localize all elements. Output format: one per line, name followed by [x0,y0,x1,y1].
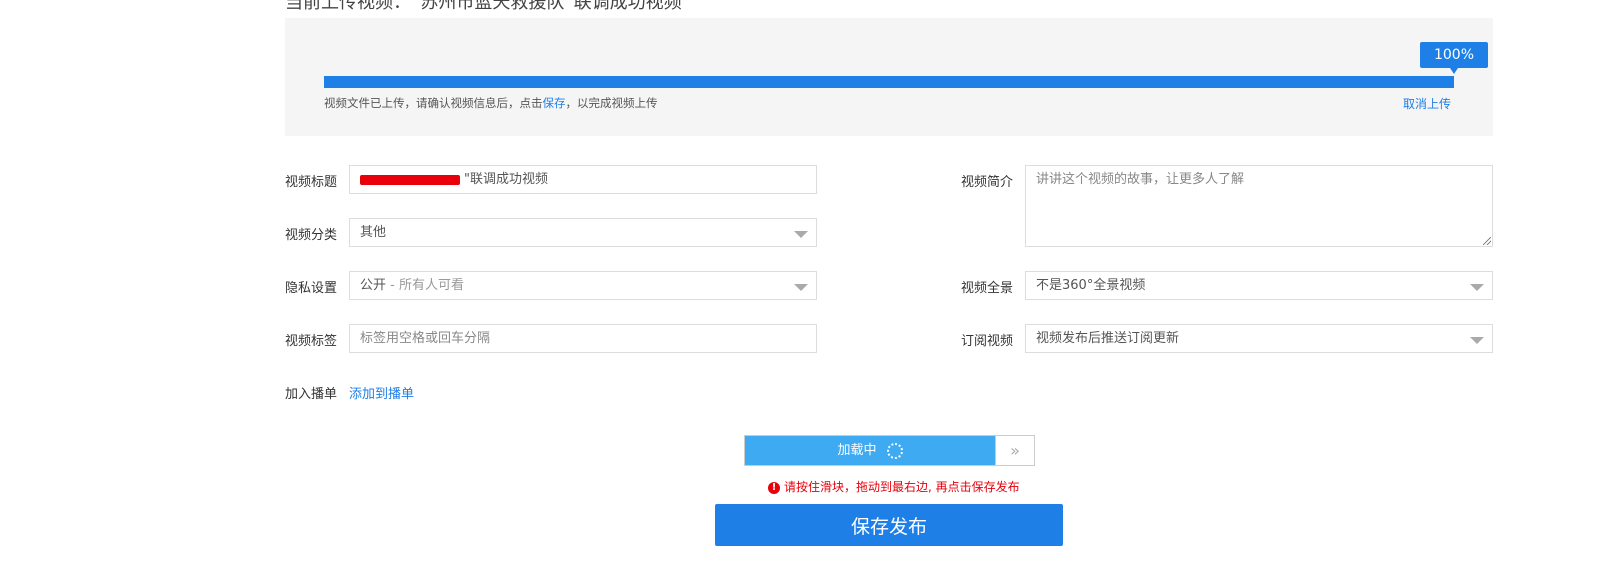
privacy-hint: - 所有人可看 [386,278,464,293]
captcha-slider-track: 加载中 [745,436,995,465]
privacy-label: 隐私设置 [285,281,338,296]
video-description-textarea[interactable]: 讲讲这个视频的故事，让更多人了解 [1025,165,1493,247]
chevron-down-icon [1470,337,1484,344]
current-upload-heading: 当前上传视频：“苏州市蓝天救援队”联调成功视频 [285,0,682,13]
subscribe-select[interactable]: 视频发布后推送订阅更新 [1025,324,1493,353]
privacy-select[interactable]: 公开 - 所有人可看 [349,271,817,300]
add-to-playlist-link[interactable]: 添加到播单 [349,383,414,402]
panorama-label: 视频全景 [961,281,1014,296]
progress-percent-badge: 100% [1420,42,1488,74]
captcha-warning: ! 请按住滑块，拖动到最右边, 再点击保存发布 [768,478,1020,495]
chevron-down-icon [794,231,808,238]
video-category-value: 其他 [360,225,387,240]
video-title-value: "联调成功视频 [464,172,548,187]
panorama-select[interactable]: 不是360°全景视频 [1025,271,1493,300]
chevron-down-icon [794,284,808,291]
save-publish-button[interactable]: 保存发布 [715,504,1063,546]
subscribe-value: 视频发布后推送订阅更新 [1036,331,1180,346]
upload-note-prefix: 视频文件已上传，请确认视频信息后，点击 [324,96,543,110]
upload-progress-fill [324,76,1454,88]
captcha-slider[interactable]: 加载中 » [744,435,1035,466]
double-chevron-right-icon[interactable]: » [995,436,1034,465]
video-tags-input[interactable]: 标签用空格或回车分隔 [349,324,817,353]
cancel-upload-link[interactable]: 取消上传 [1403,95,1451,112]
video-category-label: 视频分类 [285,228,338,243]
video-title-input[interactable]: "联调成功视频 [349,165,817,194]
privacy-value: 公开 [360,278,387,293]
captcha-warning-text: 请按住滑块，拖动到最右边, 再点击保存发布 [784,480,1020,494]
upload-progress-bar [324,76,1454,88]
video-description-label: 视频简介 [961,175,1014,190]
upload-progress-panel: 100% 视频文件已上传，请确认视频信息后，点击保存，以完成视频上传 取消上传 [285,18,1493,136]
playlist-label: 加入播单 [285,387,338,402]
video-category-select[interactable]: 其他 [349,218,817,247]
video-title-label: 视频标题 [285,175,338,190]
save-inline-link[interactable]: 保存 [543,96,566,110]
captcha-loading-text: 加载中 [837,443,877,458]
panorama-value: 不是360°全景视频 [1036,278,1146,293]
video-description-placeholder: 讲讲这个视频的故事，让更多人了解 [1036,172,1245,187]
warning-icon: ! [768,481,780,494]
video-tags-label: 视频标签 [285,334,338,349]
video-tags-placeholder: 标签用空格或回车分隔 [360,331,491,346]
chevron-down-icon [1470,284,1484,291]
loading-spinner-icon [886,442,903,459]
subscribe-label: 订阅视频 [961,334,1014,349]
upload-note-suffix: ，以完成视频上传 [565,96,658,110]
upload-status-note: 视频文件已上传，请确认视频信息后，点击保存，以完成视频上传 [324,95,658,111]
resize-grip-icon[interactable] [1483,237,1491,245]
redacted-text [360,174,460,185]
